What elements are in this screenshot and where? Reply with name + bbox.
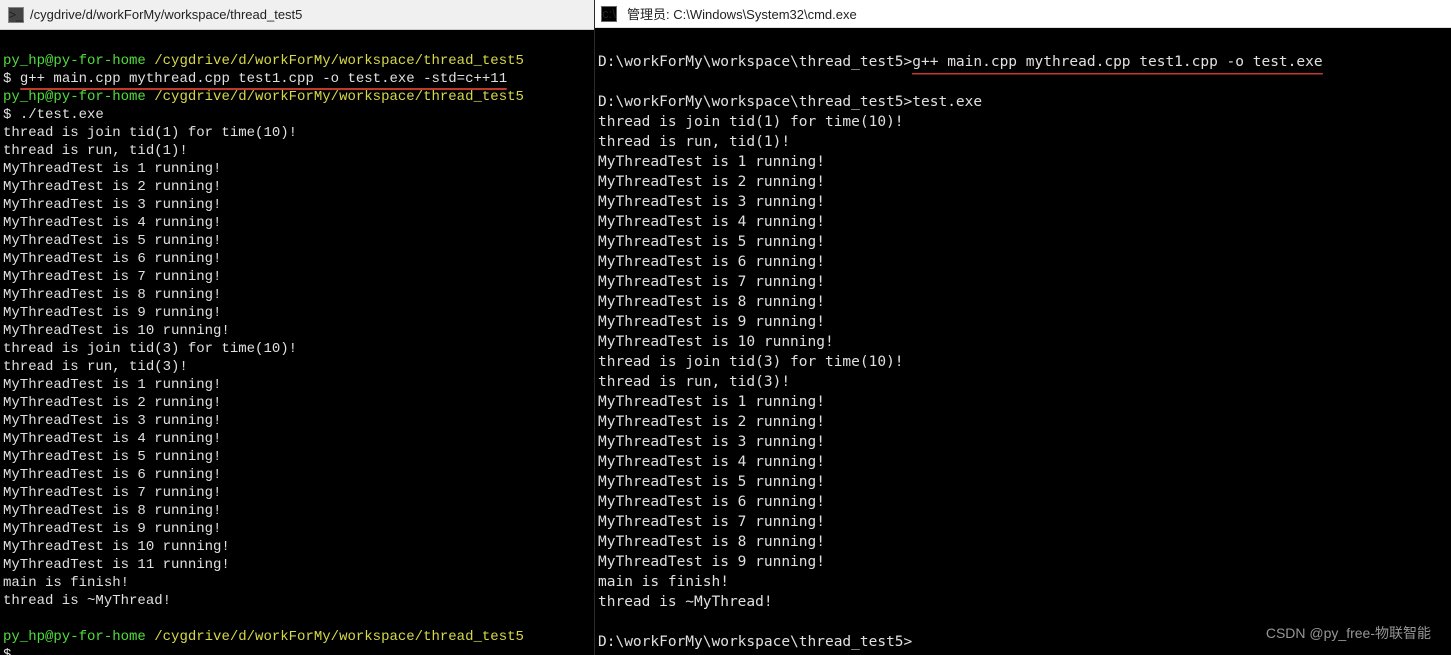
out: MyThreadTest is 4 running! xyxy=(3,431,221,447)
out: thread is join tid(3) for time(10)! xyxy=(3,341,297,357)
prompt-sym: $ xyxy=(3,71,20,87)
prompt-user: py_hp@py-for-home xyxy=(3,53,146,69)
prompt-sym: $ xyxy=(3,107,20,123)
prompt: D:\workForMy\workspace\thread_test5> xyxy=(598,634,912,650)
out: MyThreadTest is 2 running! xyxy=(598,414,825,430)
csdn-watermark: CSDN @py_free-物联智能 xyxy=(1266,623,1431,643)
prompt-cwd: /cygdrive/d/workForMy/workspace/thread_t… xyxy=(154,89,524,105)
out: MyThreadTest is 2 running! xyxy=(598,174,825,190)
cygwin-window: >_ /cygdrive/d/workForMy/workspace/threa… xyxy=(0,0,595,655)
cmd-run: ./test.exe xyxy=(20,107,104,123)
out: MyThreadTest is 9 running! xyxy=(3,521,221,537)
cmd-compile: g++ main.cpp mythread.cpp test1.cpp -o t… xyxy=(20,70,507,88)
out: MyThreadTest is 7 running! xyxy=(598,514,825,530)
out: MyThreadTest is 3 running! xyxy=(3,197,221,213)
out: MyThreadTest is 6 running! xyxy=(3,467,221,483)
out: MyThreadTest is 8 running! xyxy=(598,534,825,550)
cygwin-titlebar[interactable]: >_ /cygdrive/d/workForMy/workspace/threa… xyxy=(0,0,594,30)
prompt-cwd: /cygdrive/d/workForMy/workspace/thread_t… xyxy=(154,53,524,69)
out: MyThreadTest is 10 running! xyxy=(3,539,230,555)
prompt-user: py_hp@py-for-home xyxy=(3,629,146,645)
out: thread is run, tid(3)! xyxy=(3,359,188,375)
out: thread is ~MyThread! xyxy=(598,594,773,610)
cygwin-title: /cygdrive/d/workForMy/workspace/thread_t… xyxy=(30,7,302,22)
out: thread is run, tid(3)! xyxy=(598,374,790,390)
out: MyThreadTest is 10 running! xyxy=(3,323,230,339)
out: MyThreadTest is 9 running! xyxy=(598,314,825,330)
out: MyThreadTest is 4 running! xyxy=(598,214,825,230)
cmd-title: 管理员: C:\Windows\System32\cmd.exe xyxy=(627,4,857,23)
out: thread is join tid(1) for time(10)! xyxy=(598,114,904,130)
out: main is finish! xyxy=(598,574,729,590)
prompt: D:\workForMy\workspace\thread_test5> xyxy=(598,54,912,70)
out: MyThreadTest is 5 running! xyxy=(598,474,825,490)
out: MyThreadTest is 1 running! xyxy=(3,161,221,177)
cmd-terminal[interactable]: D:\workForMy\workspace\thread_test5>g++ … xyxy=(595,28,1451,655)
prompt: D:\workForMy\workspace\thread_test5> xyxy=(598,94,912,110)
out: MyThreadTest is 8 running! xyxy=(3,503,221,519)
out: MyThreadTest is 7 running! xyxy=(3,485,221,501)
cygwin-terminal[interactable]: py_hp@py-for-home /cygdrive/d/workForMy/… xyxy=(0,50,594,655)
out: MyThreadTest is 1 running! xyxy=(3,377,221,393)
out: MyThreadTest is 4 running! xyxy=(3,215,221,231)
out: MyThreadTest is 1 running! xyxy=(598,394,825,410)
out: MyThreadTest is 4 running! xyxy=(598,454,825,470)
out: MyThreadTest is 8 running! xyxy=(598,294,825,310)
out: thread is run, tid(1)! xyxy=(598,134,790,150)
cmd-titlebar[interactable]: c:\ 管理员: C:\Windows\System32\cmd.exe xyxy=(595,0,1451,28)
terminal-icon: >_ xyxy=(8,7,24,23)
out: MyThreadTest is 5 running! xyxy=(598,234,825,250)
out: MyThreadTest is 3 running! xyxy=(598,194,825,210)
cmd-run: test.exe xyxy=(912,94,982,110)
out: MyThreadTest is 3 running! xyxy=(598,434,825,450)
out: MyThreadTest is 3 running! xyxy=(3,413,221,429)
cmd-icon: c:\ xyxy=(601,6,617,22)
prompt-cwd: /cygdrive/d/workForMy/workspace/thread_t… xyxy=(154,629,524,645)
out: thread is ~MyThread! xyxy=(3,593,171,609)
window-gap xyxy=(0,30,594,50)
out: MyThreadTest is 7 running! xyxy=(3,269,221,285)
cmd-compile: g++ main.cpp mythread.cpp test1.cpp -o t… xyxy=(912,52,1322,72)
out: MyThreadTest is 2 running! xyxy=(3,179,221,195)
prompt-user: py_hp@py-for-home xyxy=(3,89,146,105)
prompt-sym: $ xyxy=(3,647,20,655)
out: MyThreadTest is 9 running! xyxy=(3,305,221,321)
out: MyThreadTest is 2 running! xyxy=(3,395,221,411)
out: MyThreadTest is 5 running! xyxy=(3,449,221,465)
out: MyThreadTest is 7 running! xyxy=(598,274,825,290)
out: MyThreadTest is 1 running! xyxy=(598,154,825,170)
out: MyThreadTest is 8 running! xyxy=(3,287,221,303)
out: thread is run, tid(1)! xyxy=(3,143,188,159)
out: MyThreadTest is 6 running! xyxy=(3,251,221,267)
out: MyThreadTest is 5 running! xyxy=(3,233,221,249)
out: thread is join tid(1) for time(10)! xyxy=(3,125,297,141)
out: MyThreadTest is 6 running! xyxy=(598,494,825,510)
out: MyThreadTest is 6 running! xyxy=(598,254,825,270)
out: main is finish! xyxy=(3,575,129,591)
cmd-window: c:\ 管理员: C:\Windows\System32\cmd.exe D:\… xyxy=(595,0,1451,655)
out: thread is join tid(3) for time(10)! xyxy=(598,354,904,370)
out: MyThreadTest is 11 running! xyxy=(3,557,230,573)
out: MyThreadTest is 9 running! xyxy=(598,554,825,570)
out: MyThreadTest is 10 running! xyxy=(598,334,834,350)
